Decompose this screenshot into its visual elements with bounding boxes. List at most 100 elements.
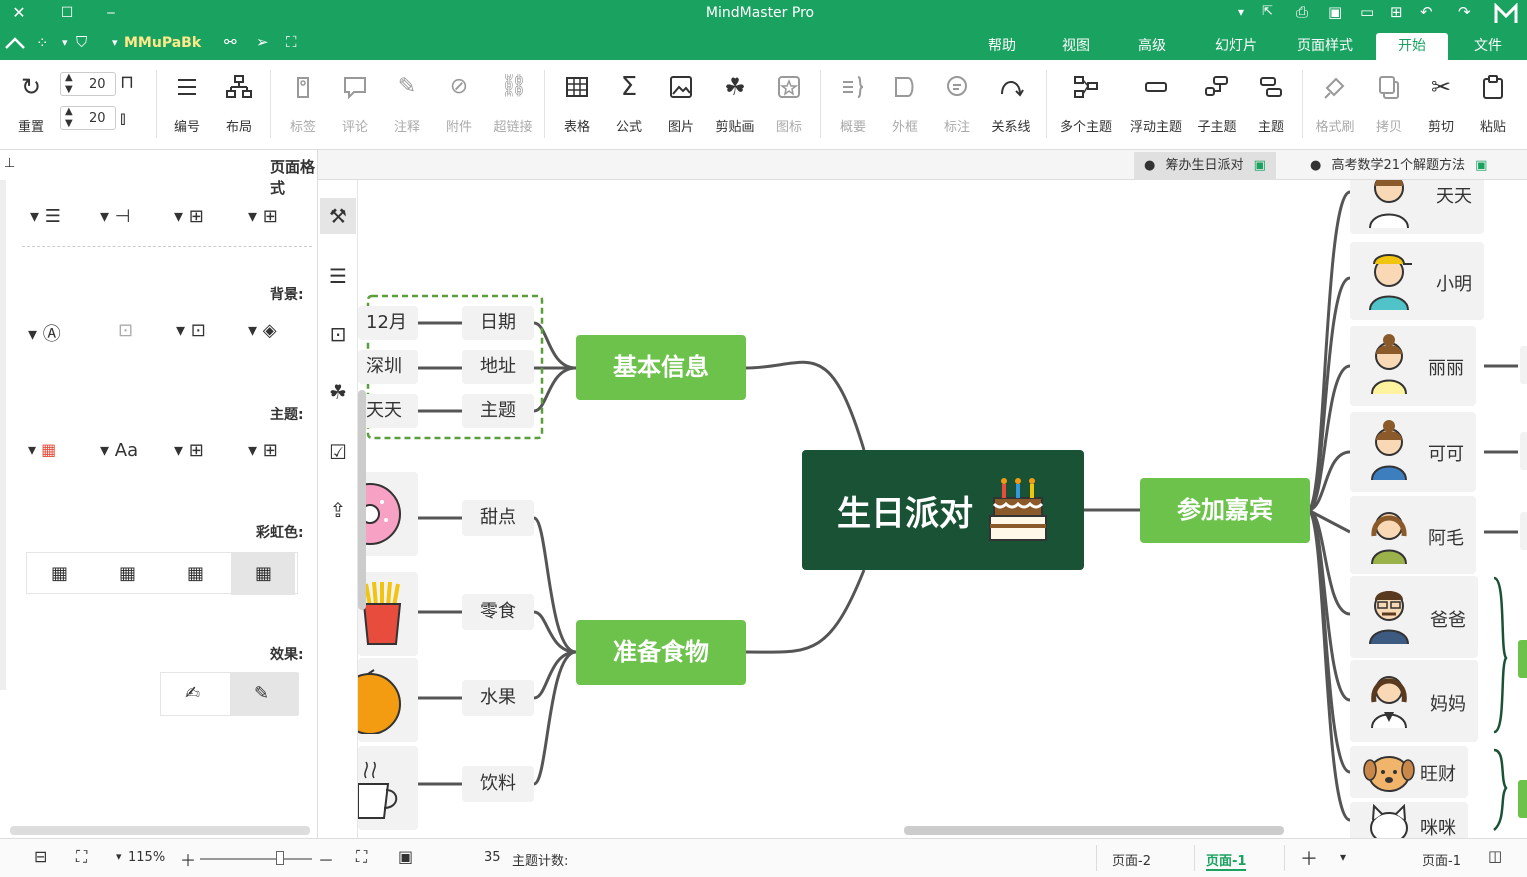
- zoom-slider-handle[interactable]: [276, 851, 284, 865]
- paste-button[interactable]: 粘贴: [1468, 68, 1518, 142]
- theme-shirt-icon[interactable]: ⛉: [76, 33, 87, 51]
- stepper-up-icon[interactable]: ▲: [65, 106, 73, 117]
- relationship-button[interactable]: 关系线: [986, 68, 1036, 142]
- doc-tab-math[interactable]: ● 高考数学21个解题方法 ▣: [1300, 152, 1497, 180]
- pin-icon[interactable]: ⊥: [4, 156, 15, 171]
- rainbow-option-4[interactable]: ▦: [27, 553, 91, 595]
- watermark-dropdown[interactable]: ▾ ⊡: [176, 320, 206, 341]
- task-tab-icon[interactable]: ☑: [320, 434, 356, 470]
- doc-tab-birthday[interactable]: ● 筹办生日派对 ▣: [1134, 152, 1276, 180]
- open-icon[interactable]: ▭: [1360, 3, 1374, 21]
- stepper-down-icon[interactable]: ▼: [65, 118, 73, 129]
- structure-dropdown[interactable]: ▾ ⊞: [174, 206, 204, 227]
- font-dropdown[interactable]: ▾ Aa: [100, 440, 138, 461]
- rainbow-option-2[interactable]: ▦: [163, 553, 227, 595]
- page-tab-1[interactable]: 页面-1: [1206, 850, 1247, 871]
- vertical-spacing-stepper[interactable]: ▲ ▼ 20: [60, 106, 116, 130]
- boundary-button[interactable]: 外框: [880, 68, 930, 142]
- theme-style-dropdown[interactable]: ▾ ⊞: [174, 440, 204, 461]
- topic-button[interactable]: 主题: [1246, 68, 1296, 142]
- tab-close-dot-icon[interactable]: ●: [1310, 158, 1321, 173]
- stepper-down-icon[interactable]: ▼: [65, 84, 73, 95]
- fullscreen-icon[interactable]: ⛶: [286, 33, 297, 51]
- zoom-slider[interactable]: [200, 858, 312, 860]
- color-scheme-dropdown[interactable]: ▾ ▦: [28, 440, 56, 459]
- icon-library-tab-icon[interactable]: ⊡: [320, 316, 356, 352]
- close-icon[interactable]: ✕: [8, 2, 30, 24]
- share-icon[interactable]: ⚯: [224, 33, 237, 51]
- collapse-ribbon-icon[interactable]: [4, 36, 26, 50]
- guest-node[interactable]: 小明: [1350, 242, 1484, 320]
- clipart-tab-icon[interactable]: ☘: [320, 374, 356, 410]
- tab-close-dot-icon[interactable]: ●: [1144, 158, 1155, 173]
- guest-node[interactable]: 阿毛: [1350, 496, 1476, 574]
- normal-effect-option[interactable]: ✎: [230, 673, 299, 715]
- mindmap-canvas[interactable]: 生日派对 基本信息 准备食物 参加嘉宾 日期 地址 主题 12月 深圳 天天 甜…: [358, 180, 1527, 838]
- stepper-up-icon[interactable]: ▲: [65, 72, 73, 83]
- rainbow-option-1[interactable]: ▦: [231, 553, 295, 595]
- food-fruit[interactable]: 水果: [462, 680, 534, 716]
- numbering-button[interactable]: 编号: [162, 68, 212, 142]
- undo-icon[interactable]: ↶: [1420, 3, 1433, 21]
- food-snacks[interactable]: 零食: [462, 594, 534, 630]
- page-panel-icon[interactable]: ◫: [1488, 847, 1502, 865]
- fit-selection-icon[interactable]: ⛶: [76, 847, 87, 867]
- export-tab-icon[interactable]: ⇪: [320, 492, 356, 528]
- multiple-topics-button[interactable]: 多个主题: [1056, 68, 1116, 142]
- guest-node[interactable]: 妈妈: [1350, 660, 1478, 742]
- page-format-tab-icon[interactable]: ⚒: [320, 198, 356, 234]
- orange-image[interactable]: [358, 658, 418, 742]
- coffee-image[interactable]: [358, 746, 418, 830]
- user-dropdown-icon[interactable]: ▾: [112, 36, 118, 49]
- table-button[interactable]: 表格: [552, 68, 602, 142]
- background-text-dropdown[interactable]: ▾ Ⓐ: [28, 320, 61, 346]
- panel-horizontal-scrollbar[interactable]: [10, 826, 310, 835]
- outline-tab-icon[interactable]: ☰: [320, 258, 356, 294]
- clipart-button[interactable]: ☘ 剪贴画: [710, 68, 760, 142]
- attachment-button[interactable]: ⊘ 附件: [434, 68, 484, 142]
- tab-slides[interactable]: 幻灯片: [1200, 33, 1272, 60]
- fit-page-icon[interactable]: ⊟: [34, 847, 47, 866]
- print-icon[interactable]: ⎙: [1296, 3, 1308, 21]
- quick-access-dropdown-icon[interactable]: ▾: [1238, 5, 1244, 19]
- hyperlink-button[interactable]: ⛓ 超链接: [488, 68, 538, 142]
- food-drinks[interactable]: 饮料: [462, 766, 534, 802]
- subtopic-address[interactable]: 地址: [462, 350, 534, 384]
- subtopic-button[interactable]: 子主题: [1192, 68, 1242, 142]
- format-painter-button[interactable]: 格式刷: [1310, 68, 1360, 142]
- layout-button[interactable]: 布局: [214, 68, 264, 142]
- zoom-level[interactable]: 115%: [128, 850, 165, 865]
- send-icon[interactable]: ➢: [256, 33, 269, 51]
- page-selector[interactable]: 页面-1: [1422, 850, 1461, 869]
- horizontal-spacing-stepper[interactable]: ▲ ▼ 20: [60, 72, 116, 96]
- guest-node[interactable]: 可可: [1350, 412, 1476, 492]
- page-tab-2[interactable]: 页面-2: [1112, 850, 1151, 869]
- panel-scrollbar[interactable]: [0, 180, 6, 690]
- save-icon[interactable]: ▣: [1328, 3, 1342, 21]
- branch-guests[interactable]: 参加嘉宾: [1140, 478, 1310, 543]
- zoom-out-icon[interactable]: －: [318, 847, 334, 871]
- fullscreen-icon[interactable]: ⛶: [356, 847, 367, 867]
- canvas-horizontal-scrollbar[interactable]: [904, 826, 1284, 835]
- tab-file[interactable]: 文件: [1458, 33, 1518, 60]
- branch-basic-info[interactable]: 基本信息: [576, 335, 746, 400]
- food-dessert[interactable]: 甜点: [462, 500, 534, 536]
- icon-button[interactable]: 图标: [764, 68, 814, 142]
- guest-node[interactable]: 天天: [1350, 180, 1484, 234]
- central-topic[interactable]: 生日派对: [802, 450, 1084, 570]
- tag-button[interactable]: 标签: [278, 68, 328, 142]
- connector-style-dropdown[interactable]: ▾ ⊣: [100, 206, 130, 227]
- maximize-icon[interactable]: ☐: [56, 2, 78, 24]
- apps-icon[interactable]: ⁘: [36, 34, 49, 52]
- page-list-dropdown-icon[interactable]: ▾: [1340, 850, 1346, 864]
- comment-button[interactable]: 评论: [330, 68, 380, 142]
- background-image-icon[interactable]: ⊡: [118, 320, 133, 341]
- apps-dropdown-icon[interactable]: ▾: [62, 36, 68, 49]
- zoom-dropdown-icon[interactable]: ▾: [116, 850, 122, 863]
- guest-node[interactable]: 爸爸: [1350, 576, 1478, 658]
- tab-view[interactable]: 视图: [1044, 33, 1108, 60]
- subtopic-theme[interactable]: 主题: [462, 394, 534, 428]
- tab-advanced[interactable]: 高级: [1120, 33, 1184, 60]
- guest-node[interactable]: 旺财: [1350, 746, 1468, 798]
- hand-drawn-effect-option[interactable]: ✍: [161, 673, 230, 715]
